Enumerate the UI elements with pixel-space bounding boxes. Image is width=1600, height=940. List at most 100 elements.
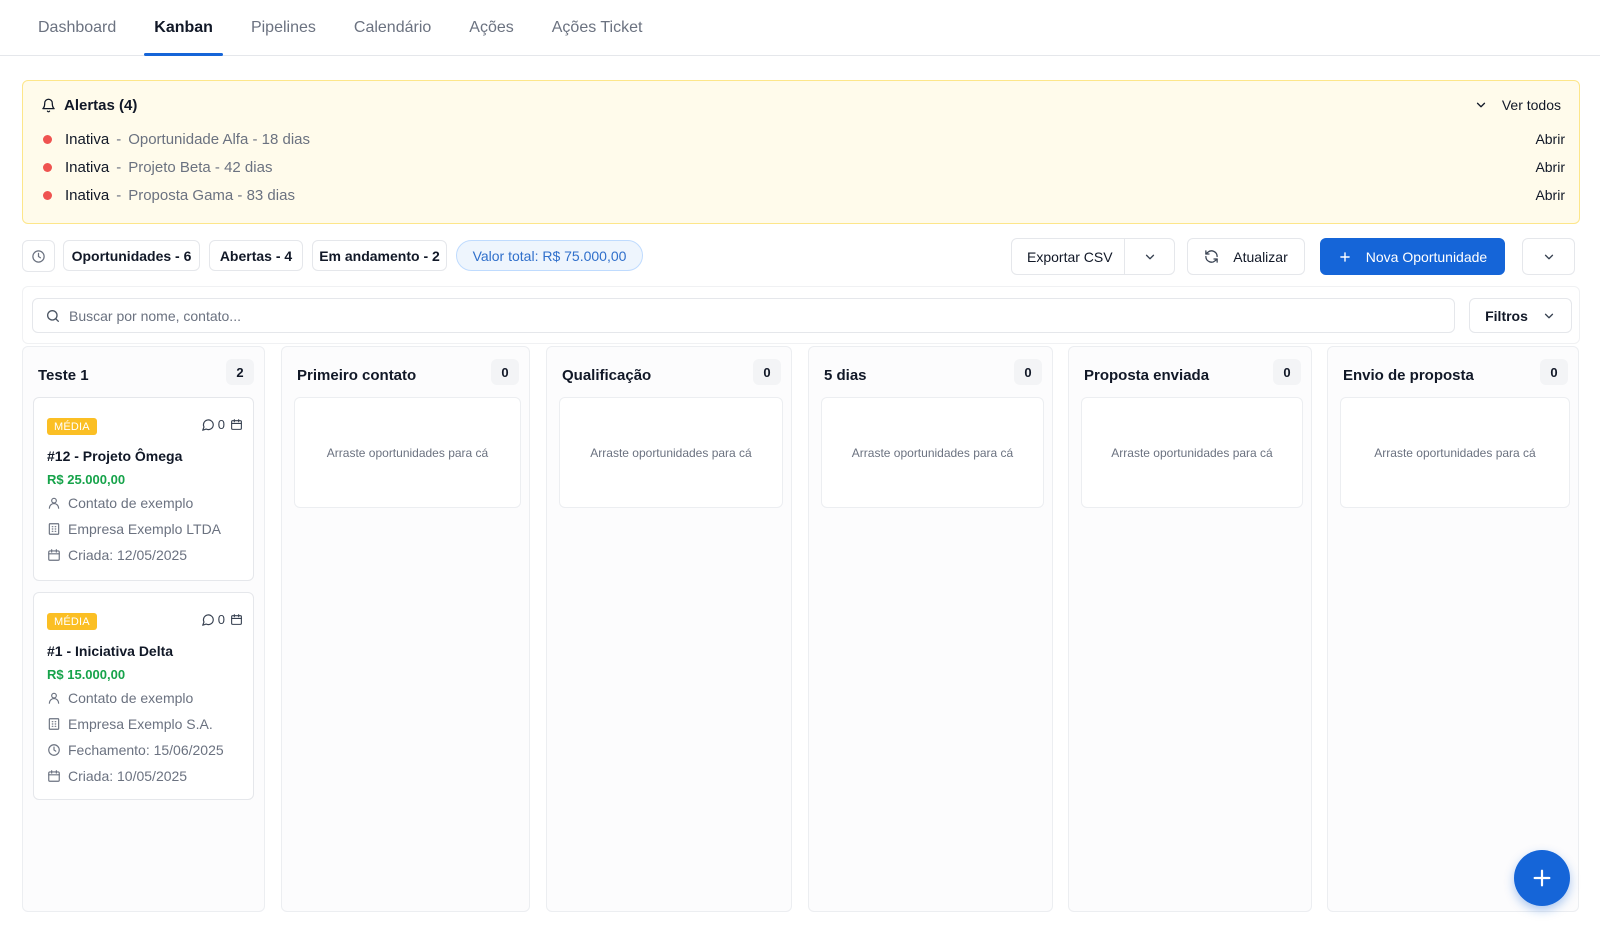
kanban-column: Qualificação 0 Arraste oportunidades par…: [546, 346, 792, 912]
calendar-icon: [48, 770, 60, 782]
column-count: 0: [1273, 359, 1301, 385]
kanban-column: Teste 1 2 MÉDIA 0 #12 - Projeto Ômega R$…: [22, 346, 265, 912]
export-options-toggle[interactable]: [1125, 250, 1174, 264]
alert-open-link[interactable]: Abrir: [1535, 131, 1565, 147]
column-title: 5 dias: [824, 367, 867, 384]
kanban-column: Primeiro contato 0 Arraste oportunidades…: [281, 346, 530, 912]
column-title: Teste 1: [38, 367, 89, 384]
alert-status: Inativa: [65, 158, 110, 176]
building-icon: [48, 718, 60, 730]
chevron-down-icon: [1476, 102, 1485, 108]
tab-kanban[interactable]: Kanban: [144, 0, 223, 56]
history-icon: [32, 249, 45, 263]
alerts-title: Alertas (4): [64, 97, 138, 114]
card-value: R$ 25.000,00: [47, 472, 126, 487]
export-csv-button[interactable]: Exportar CSV: [1011, 238, 1175, 275]
user-icon: [48, 692, 60, 704]
card-company: Empresa Exemplo LTDA: [47, 521, 221, 537]
in-progress-count-chip: Em andamento - 2: [312, 240, 447, 271]
building-icon: [48, 523, 60, 535]
new-opportunity-button[interactable]: Nova Oportunidade: [1320, 238, 1505, 275]
column-dropzone[interactable]: Arraste oportunidades para cá: [1340, 397, 1570, 508]
alert-status: Inativa: [65, 130, 110, 148]
column-title: Envio de proposta: [1343, 367, 1474, 384]
comment-count: 0: [217, 417, 225, 432]
tab-acoes[interactable]: Ações: [459, 0, 523, 55]
card-created-text: Criada: 12/05/2025: [68, 547, 188, 563]
alert-separator: -: [116, 130, 122, 148]
more-options-button[interactable]: [1522, 238, 1575, 275]
card-title: #1 - Iniciativa Delta: [47, 643, 174, 659]
plus-icon: [1339, 251, 1350, 262]
view-all-label: Ver todos: [1501, 97, 1561, 113]
calendar-icon: [231, 614, 242, 625]
refresh-button[interactable]: Atualizar: [1187, 238, 1305, 275]
alert-item: Inativa - Projeto Beta - 42 dias Abrir: [43, 157, 1565, 177]
card-contact-text: Contato de exemplo: [68, 690, 194, 706]
card-contact: Contato de exemplo: [47, 495, 193, 511]
alert-status-dot: [43, 162, 52, 172]
view-all-alerts-button[interactable]: Ver todos: [1474, 97, 1561, 113]
tab-acoes-ticket[interactable]: Ações Ticket: [542, 0, 653, 55]
filters-button[interactable]: Filtros: [1469, 298, 1572, 333]
alert-separator: -: [116, 158, 122, 176]
card-contact: Contato de exemplo: [47, 690, 193, 706]
alert-status-dot: [43, 134, 52, 144]
alert-text: Oportunidade Alfa - 18 dias: [128, 130, 310, 148]
chevron-down-icon: [1544, 254, 1553, 259]
alert-open-link[interactable]: Abrir: [1535, 187, 1565, 203]
chevron-down-icon: [1544, 313, 1554, 318]
export-csv-label: Exportar CSV: [1027, 248, 1113, 265]
bell-icon: [42, 98, 55, 113]
column-dropzone[interactable]: Arraste oportunidades para cá: [559, 397, 783, 508]
opportunity-card[interactable]: MÉDIA 0 #1 - Iniciativa Delta R$ 15.000,…: [33, 592, 254, 800]
alert-text: Proposta Gama - 83 dias: [128, 186, 295, 204]
comment-count: 0: [217, 612, 225, 627]
alert-separator: -: [116, 186, 122, 204]
tab-pipelines[interactable]: Pipelines: [241, 0, 326, 55]
search-input[interactable]: [69, 307, 1369, 324]
kanban-column: Envio de proposta 0 Arraste oportunidade…: [1327, 346, 1579, 912]
column-dropzone[interactable]: Arraste oportunidades para cá: [294, 397, 521, 508]
column-count: 0: [1014, 359, 1042, 385]
clock-icon: [48, 744, 60, 756]
new-opportunity-label: Nova Oportunidade: [1365, 248, 1488, 265]
calendar-icon: [231, 419, 242, 430]
column-title: Qualificação: [562, 367, 652, 384]
kanban-column: 5 dias 0 Arraste oportunidades para cá: [808, 346, 1053, 912]
tab-bar: Dashboard Kanban Pipelines Calendário Aç…: [0, 0, 1600, 56]
column-count: 0: [753, 359, 781, 385]
card-closing-text: Fechamento: 15/06/2025: [68, 742, 224, 758]
card-title: #12 - Projeto Ômega: [47, 448, 183, 464]
alert-item: Inativa - Proposta Gama - 83 dias Abrir: [43, 185, 1565, 205]
card-meta-icons: 0: [201, 417, 243, 432]
history-button[interactable]: [22, 240, 55, 272]
column-title: Proposta enviada: [1084, 367, 1210, 384]
alerts-panel: Alertas (4) Ver todos Inativa - Oportuni…: [22, 80, 1580, 224]
column-count: 2: [226, 359, 254, 385]
alerts-header: Alertas (4): [41, 97, 137, 114]
column-title: Primeiro contato: [297, 367, 417, 384]
column-dropzone[interactable]: Arraste oportunidades para cá: [1081, 397, 1303, 508]
card-contact-text: Contato de exemplo: [68, 495, 194, 511]
opportunity-card[interactable]: MÉDIA 0 #12 - Projeto Ômega R$ 25.000,00…: [33, 397, 254, 581]
comment-icon: [201, 613, 214, 626]
plus-icon: [1533, 869, 1551, 887]
alert-item: Inativa - Oportunidade Alfa - 18 dias Ab…: [43, 129, 1565, 149]
column-dropzone[interactable]: Arraste oportunidades para cá: [821, 397, 1044, 508]
search-field[interactable]: [32, 298, 1455, 333]
card-created: Criada: 10/05/2025: [47, 768, 187, 784]
priority-badge: MÉDIA: [47, 418, 97, 435]
floating-add-button[interactable]: [1514, 850, 1570, 906]
tab-dashboard[interactable]: Dashboard: [28, 0, 126, 55]
refresh-icon: [1205, 250, 1219, 263]
priority-badge: MÉDIA: [47, 613, 97, 630]
card-closing: Fechamento: 15/06/2025: [47, 742, 224, 758]
column-count: 0: [1540, 359, 1568, 385]
open-count-chip: Abertas - 4: [209, 240, 303, 271]
alert-open-link[interactable]: Abrir: [1535, 159, 1565, 175]
card-created: Criada: 12/05/2025: [47, 547, 187, 563]
tab-calendario[interactable]: Calendário: [344, 0, 441, 55]
calendar-icon: [48, 549, 60, 561]
card-meta-icons: 0: [201, 612, 243, 627]
